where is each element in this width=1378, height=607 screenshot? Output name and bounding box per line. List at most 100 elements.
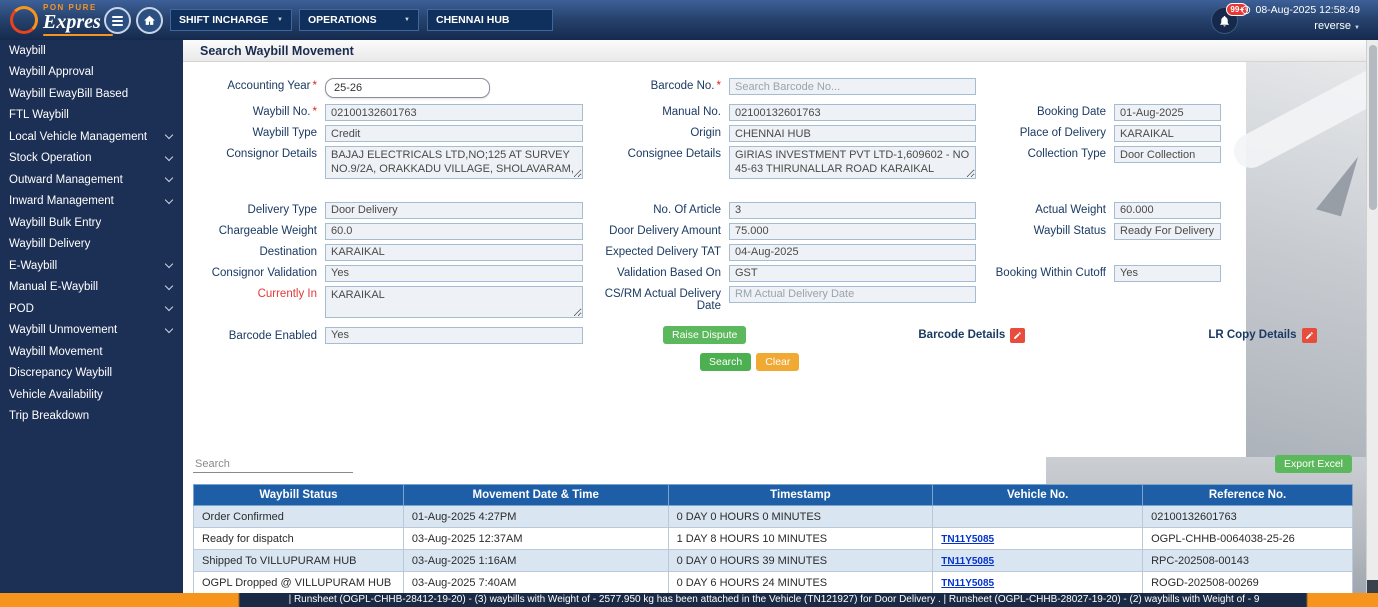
validation-based-on-label: Validation Based On: [617, 266, 721, 279]
sidebar-item-label: Waybill: [9, 44, 46, 57]
hub-select[interactable]: CHENNAI HUB: [427, 9, 553, 31]
place-of-delivery-input[interactable]: [1114, 125, 1221, 142]
consignor-details-textarea[interactable]: BAJAJ ELECTRICALS LTD,NO;125 AT SURVEY N…: [325, 146, 583, 179]
barcode-enabled-input[interactable]: [325, 326, 583, 344]
hamburger-icon: [112, 15, 123, 26]
movement-table-body: Order Confirmed 01-Aug-2025 4:27PM 0 DAY 0…: [193, 505, 1353, 594]
origin-input[interactable]: [729, 125, 976, 142]
sidebar-item-waybill[interactable]: Waybill: [0, 40, 183, 62]
booking-date-input[interactable]: [1114, 104, 1221, 121]
home-icon: [144, 15, 155, 25]
scrollbar-thumb[interactable]: [1368, 45, 1377, 210]
manual-no-label: Manual No.: [662, 106, 721, 118]
consignee-details-textarea[interactable]: GIRIAS INVESTMENT PVT LTD-1,609602 - NO …: [729, 146, 976, 179]
chargeable-weight-input[interactable]: [325, 222, 583, 240]
cell-timestamp: 0 DAY 0 HOURS 39 MINUTES: [667, 549, 934, 572]
sidebar-item-waybill-bulk-entry[interactable]: Waybill Bulk Entry: [0, 212, 183, 234]
delivery-type-input[interactable]: [325, 201, 583, 219]
booking-date-label: Booking Date: [1036, 106, 1106, 118]
waybill-status-input[interactable]: [1114, 222, 1221, 240]
clear-button[interactable]: Clear: [756, 353, 800, 371]
sidebar-item-label: Stock Operation: [9, 152, 92, 165]
waybill-no-input[interactable]: [325, 104, 583, 121]
validation-based-on-input[interactable]: [729, 264, 976, 282]
notifications-button[interactable]: 99+: [1211, 3, 1248, 34]
search-button[interactable]: Search: [700, 353, 752, 371]
sidebar-item-waybill-approval[interactable]: Waybill Approval: [0, 62, 183, 84]
currently-in-textarea[interactable]: KARAIKAL: [325, 285, 583, 318]
sidebar-item-label: Waybill Approval: [9, 66, 94, 79]
form-row: Currently In KARAIKAL CS/RM Actual Deliv…: [183, 285, 1366, 318]
sidebar-item-waybill-delivery[interactable]: Waybill Delivery: [0, 234, 183, 256]
export-excel-button[interactable]: Export Excel: [1275, 455, 1352, 473]
sidebar-item-waybill-movement[interactable]: Waybill Movement: [0, 341, 183, 363]
vehicle-link[interactable]: TN11Y5085: [941, 578, 994, 589]
barcode-no-input[interactable]: [729, 78, 976, 95]
consignor-validation-label: Consignor Validation: [211, 266, 317, 279]
user-menu[interactable]: reverse ▼: [1314, 20, 1360, 32]
sidebar-item-vehicle-availability[interactable]: Vehicle Availability: [0, 384, 183, 406]
cs-rm-actual-delivery-date-input[interactable]: [729, 285, 976, 303]
sidebar: Waybill Waybill Approval Waybill EwayBill …: [0, 40, 183, 593]
consignor-validation-input[interactable]: [325, 264, 583, 282]
home-button[interactable]: [136, 7, 163, 34]
waybill-type-input[interactable]: [325, 125, 583, 142]
sidebar-item-label: Waybill Movement: [9, 345, 103, 358]
sidebar-item-trip-breakdown[interactable]: Trip Breakdown: [0, 406, 183, 428]
manual-no-input[interactable]: [729, 104, 976, 121]
vertical-scrollbar[interactable]: [1366, 40, 1378, 593]
chevron-down-icon: [164, 324, 174, 333]
required-marker: *: [312, 80, 317, 92]
booking-within-cutoff-input[interactable]: [1114, 264, 1221, 282]
sidebar-item-stock-operation[interactable]: Stock Operation: [0, 148, 183, 170]
department-select[interactable]: OPERATIONS ▼: [299, 9, 419, 31]
collection-type-label: Collection Type: [1027, 148, 1106, 160]
sidebar-item-local-vehicle-management[interactable]: Local Vehicle Management: [0, 126, 183, 148]
sidebar-item-label: POD: [9, 302, 34, 315]
sidebar-item-discrepancy-waybill[interactable]: Discrepancy Waybill: [0, 363, 183, 385]
collection-type-input[interactable]: [1114, 146, 1221, 163]
waybill-type-label: Waybill Type: [252, 127, 317, 139]
sidebar-item-pod[interactable]: POD: [0, 298, 183, 320]
actual-weight-input[interactable]: [1114, 201, 1221, 219]
lr-copy-details-edit-icon[interactable]: [1301, 327, 1317, 343]
results-toolbar: Export Excel: [193, 455, 1352, 473]
chevron-down-icon: [164, 174, 174, 183]
sidebar-item-waybill-ewaybill-based[interactable]: Waybill EwayBill Based: [0, 83, 183, 105]
cell-reference-no: OGPL-CHHB-0064038-25-26: [1142, 527, 1353, 550]
page-title: Search Waybill Movement: [200, 43, 354, 58]
chevron-down-icon: [164, 303, 174, 312]
hamburger-menu-button[interactable]: [104, 7, 131, 34]
chevron-down-icon: [164, 152, 174, 161]
sidebar-item-outward-management[interactable]: Outward Management: [0, 169, 183, 191]
sidebar-item-label: Vehicle Availability: [9, 388, 103, 401]
cs-rm-actual-delivery-date-label: CS/RM Actual Delivery Date: [604, 287, 721, 312]
waybill-no-label: Waybill No. *: [252, 106, 317, 118]
raise-dispute-button[interactable]: Raise Dispute: [663, 326, 747, 344]
required-marker: *: [716, 80, 721, 92]
form-row: Destination Expected Delivery TAT: [183, 243, 1366, 261]
door-delivery-amount-input[interactable]: [729, 222, 976, 240]
expected-delivery-tat-label: Expected Delivery TAT: [605, 245, 721, 258]
destination-input[interactable]: [325, 243, 583, 261]
vehicle-link[interactable]: TN11Y5085: [941, 556, 994, 567]
sidebar-item-waybill-unmovement[interactable]: Waybill Unmovement: [0, 320, 183, 342]
cell-timestamp: 0 DAY 0 HOURS 0 MINUTES: [667, 505, 934, 528]
role-select[interactable]: SHIFT INCHARGE ▼: [170, 9, 292, 31]
expected-delivery-tat-input[interactable]: [729, 243, 976, 261]
sidebar-item-inward-management[interactable]: Inward Management: [0, 191, 183, 213]
app-header: PON PURE Expres SHIFT INCHARGE ▼ OPERATI…: [0, 0, 1378, 40]
accounting-year-input[interactable]: [325, 78, 490, 98]
chevron-down-icon: [164, 195, 174, 204]
table-search-input[interactable]: [193, 456, 353, 473]
sidebar-item-manual-e-waybill[interactable]: Manual E-Waybill: [0, 277, 183, 299]
sidebar-item-e-waybill[interactable]: E-Waybill: [0, 255, 183, 277]
cell-timestamp: 0 DAY 6 HOURS 24 MINUTES: [667, 571, 934, 594]
sidebar-item-ftl-waybill[interactable]: FTL Waybill: [0, 105, 183, 127]
vehicle-link[interactable]: TN11Y5085: [941, 534, 994, 545]
no-of-article-input[interactable]: [729, 201, 976, 219]
chevron-down-icon: [164, 281, 174, 290]
form-row: Waybill Type Origin Place of Delivery: [183, 125, 1366, 142]
logo-swirl-icon: [10, 5, 38, 34]
barcode-details-edit-icon[interactable]: [1010, 327, 1026, 343]
